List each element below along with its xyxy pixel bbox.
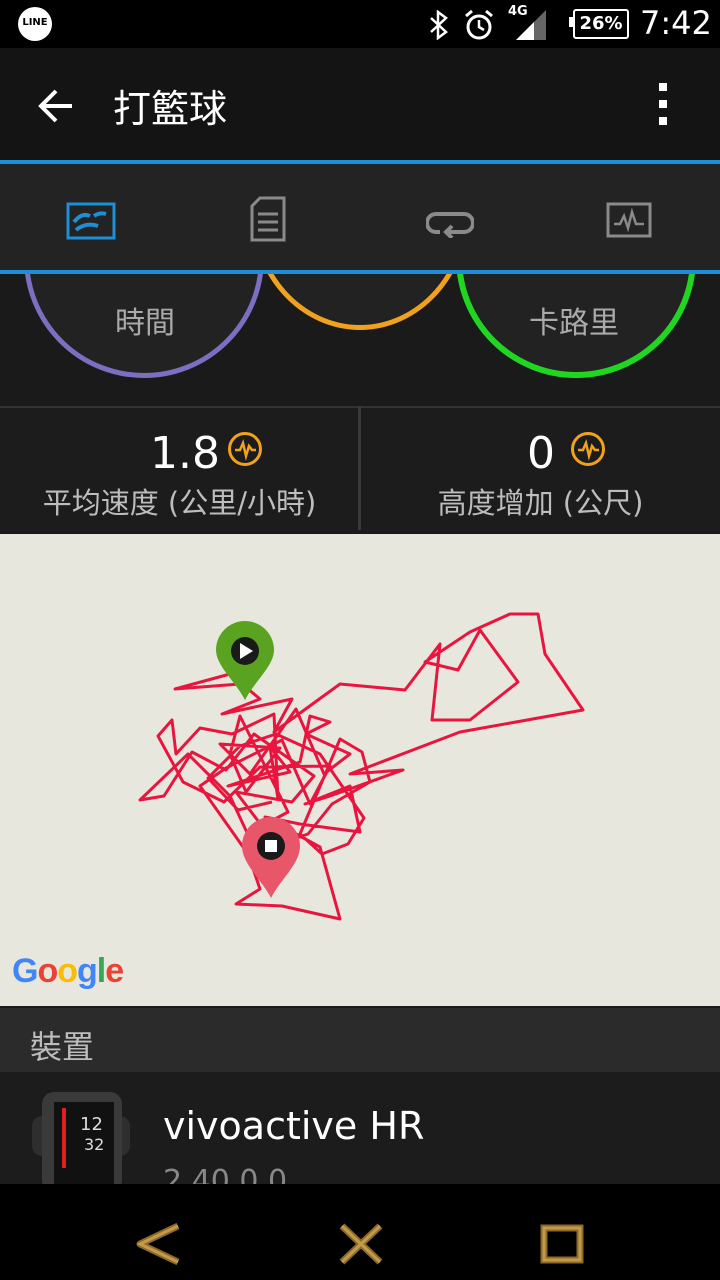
calories-label: 卡路里 [529,306,619,341]
avg-speed-value: 1.8 [150,428,220,479]
heart-chart-icon [606,202,652,238]
device-version: 2.40.0.0 [163,1164,288,1184]
tab-bar [0,160,720,274]
google-attribution: Google [12,952,124,990]
watch-image: 12 32 [32,1092,130,1184]
device-row[interactable]: 12 32 vivoactive HR 2.40.0.0 [0,1072,720,1184]
elevation-metric: 0 高度增加 (公尺) [361,408,720,532]
time-label: 時間 [115,306,175,341]
start-marker[interactable] [214,620,276,702]
stop-icon [265,840,277,852]
tab-laps[interactable] [360,164,540,270]
battery-icon: 26% [573,9,629,39]
route-map[interactable]: Google [0,534,720,1006]
line-app-icon: LINE [18,7,52,41]
elevation-value: 0 [527,428,555,479]
device-name: vivoactive HR [163,1104,425,1148]
document-icon [250,196,286,242]
laps-icon [426,212,474,238]
end-marker[interactable] [240,816,302,900]
navigation-bar [0,1184,720,1280]
device-header-label: 裝置 [30,1028,95,1066]
status-bar: LINE 4G 26% 7:42 [0,0,720,48]
page-title: 打籃球 [113,87,228,131]
tab-activity[interactable] [0,164,180,270]
bluetooth-icon [430,10,448,40]
tab-heart-rate[interactable] [540,164,720,270]
signal-icon [516,10,546,40]
distance-ring [250,274,470,330]
recents-nav-icon[interactable] [538,1222,586,1266]
svg-text:12: 12 [80,1114,103,1135]
metrics-divider [358,406,361,530]
svg-text:32: 32 [84,1135,104,1154]
alarm-icon [465,9,493,40]
back-arrow-icon[interactable] [38,88,74,124]
avg-speed-metric: 1.8 平均速度 (公里/小時) [0,408,359,532]
back-nav-icon[interactable] [134,1220,184,1266]
activity-chart-icon [66,202,116,240]
overflow-menu-icon[interactable] [656,83,670,135]
summary-circles: 時間 卡路里 [0,274,720,406]
route-track [138,612,585,921]
heart-rate-zone-icon [571,432,605,466]
avg-speed-label: 平均速度 (公里/小時) [42,486,317,520]
heart-rate-zone-icon [228,432,262,466]
line-icon-text: LINE [22,17,48,28]
home-nav-icon[interactable] [336,1220,386,1266]
tab-details[interactable] [180,164,360,270]
app-bar: 打籃球 [0,48,720,160]
clock: 7:42 [640,4,712,42]
elevation-label: 高度增加 (公尺) [437,486,644,520]
device-section-header: 裝置 [0,1008,720,1072]
